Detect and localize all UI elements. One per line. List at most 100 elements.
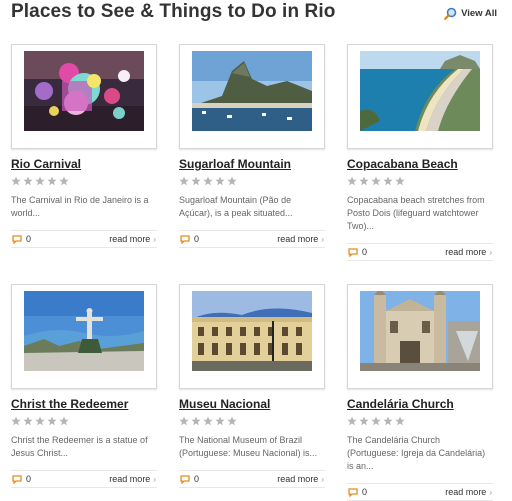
- comment-icon: [180, 234, 190, 244]
- rating-stars[interactable]: [179, 416, 325, 426]
- place-title[interactable]: Copacabana Beach: [347, 157, 493, 171]
- star-icon[interactable]: [47, 176, 57, 186]
- chevron-right-icon: ›: [489, 487, 492, 497]
- place-description: The Carnival in Rio de Janeiro is a worl…: [11, 195, 149, 218]
- read-more-link[interactable]: read more ›: [109, 234, 156, 244]
- rating-stars[interactable]: [347, 416, 493, 426]
- star-icon[interactable]: [347, 416, 357, 426]
- star-icon[interactable]: [395, 176, 405, 186]
- place-thumbnail[interactable]: [179, 284, 325, 389]
- card-footer: 0 read more ›: [179, 470, 325, 488]
- place-card: Candelária Church The Candelária Church …: [347, 284, 493, 501]
- comment-icon: [180, 474, 190, 484]
- star-icon[interactable]: [203, 416, 213, 426]
- star-icon[interactable]: [35, 416, 45, 426]
- comments-link[interactable]: 0: [348, 247, 367, 257]
- copacabana-image: [360, 51, 480, 131]
- place-description: Sugarloaf Mountain (Pão de Açúcar), is a…: [179, 195, 293, 218]
- read-more-label: read more: [445, 247, 487, 257]
- section-header: Places to See & Things to Do in Rio View…: [11, 0, 497, 28]
- read-more-label: read more: [277, 234, 319, 244]
- read-more-label: read more: [277, 474, 319, 484]
- rating-stars[interactable]: [347, 176, 493, 186]
- read-more-link[interactable]: read more ›: [445, 487, 492, 497]
- star-icon[interactable]: [23, 416, 33, 426]
- read-more-label: read more: [109, 234, 151, 244]
- star-icon[interactable]: [35, 176, 45, 186]
- card-footer: 0 read more ›: [347, 483, 493, 501]
- comment-icon: [348, 487, 358, 497]
- rating-stars[interactable]: [179, 176, 325, 186]
- view-all-link[interactable]: View All: [444, 7, 497, 20]
- place-description: The National Museum of Brazil (Portugues…: [179, 435, 318, 458]
- star-icon[interactable]: [179, 176, 189, 186]
- comment-icon: [12, 474, 22, 484]
- comment-count: 0: [362, 247, 368, 257]
- star-icon[interactable]: [11, 176, 21, 186]
- museum-image: [192, 291, 312, 371]
- card-footer: 0 read more ›: [179, 230, 325, 248]
- star-icon[interactable]: [227, 416, 237, 426]
- star-icon[interactable]: [11, 416, 21, 426]
- sugarloaf-image: [192, 51, 312, 131]
- comment-count: 0: [194, 234, 200, 244]
- place-thumbnail[interactable]: [11, 284, 157, 389]
- star-icon[interactable]: [371, 176, 381, 186]
- star-icon[interactable]: [359, 416, 369, 426]
- comments-link[interactable]: 0: [180, 234, 199, 244]
- card-footer: 0 read more ›: [11, 470, 157, 488]
- place-title[interactable]: Rio Carnival: [11, 157, 157, 171]
- star-icon[interactable]: [179, 416, 189, 426]
- star-icon[interactable]: [215, 416, 225, 426]
- place-description: Copacabana beach stretches from Posto Do…: [347, 195, 485, 231]
- comments-link[interactable]: 0: [348, 487, 367, 497]
- place-thumbnail[interactable]: [179, 44, 325, 149]
- rating-stars[interactable]: [11, 416, 157, 426]
- comment-count: 0: [194, 474, 200, 484]
- view-all-label: View All: [461, 8, 497, 19]
- star-icon[interactable]: [359, 176, 369, 186]
- star-icon[interactable]: [227, 176, 237, 186]
- read-more-link[interactable]: read more ›: [445, 247, 492, 257]
- star-icon[interactable]: [371, 416, 381, 426]
- read-more-link[interactable]: read more ›: [277, 474, 324, 484]
- place-title[interactable]: Christ the Redeemer: [11, 397, 157, 411]
- star-icon[interactable]: [395, 416, 405, 426]
- place-card: Rio Carnival The Carnival in Rio de Jane…: [11, 44, 157, 248]
- star-icon[interactable]: [383, 176, 393, 186]
- place-title[interactable]: Candelária Church: [347, 397, 493, 411]
- read-more-label: read more: [109, 474, 151, 484]
- star-icon[interactable]: [59, 176, 69, 186]
- star-icon[interactable]: [47, 416, 57, 426]
- place-thumbnail[interactable]: [347, 44, 493, 149]
- card-footer: 0 read more ›: [11, 230, 157, 248]
- comments-link[interactable]: 0: [180, 474, 199, 484]
- star-icon[interactable]: [347, 176, 357, 186]
- chevron-right-icon: ›: [153, 474, 156, 484]
- star-icon[interactable]: [191, 176, 201, 186]
- star-icon[interactable]: [383, 416, 393, 426]
- star-icon[interactable]: [59, 416, 69, 426]
- star-icon[interactable]: [203, 176, 213, 186]
- comments-link[interactable]: 0: [12, 474, 31, 484]
- rating-stars[interactable]: [11, 176, 157, 186]
- place-thumbnail[interactable]: [11, 44, 157, 149]
- place-title[interactable]: Museu Nacional: [179, 397, 325, 411]
- comment-icon: [12, 234, 22, 244]
- place-card: Christ the Redeemer Christ the Redeemer …: [11, 284, 157, 488]
- read-more-label: read more: [445, 487, 487, 497]
- chevron-right-icon: ›: [321, 234, 324, 244]
- comment-icon: [348, 247, 358, 257]
- card-footer: 0 read more ›: [347, 243, 493, 261]
- place-description: Christ the Redeemer is a statue of Jesus…: [11, 435, 148, 458]
- place-thumbnail[interactable]: [347, 284, 493, 389]
- chevron-right-icon: ›: [489, 247, 492, 257]
- comments-link[interactable]: 0: [12, 234, 31, 244]
- magnifier-icon: [444, 7, 457, 20]
- star-icon[interactable]: [191, 416, 201, 426]
- star-icon[interactable]: [215, 176, 225, 186]
- star-icon[interactable]: [23, 176, 33, 186]
- read-more-link[interactable]: read more ›: [109, 474, 156, 484]
- place-title[interactable]: Sugarloaf Mountain: [179, 157, 325, 171]
- read-more-link[interactable]: read more ›: [277, 234, 324, 244]
